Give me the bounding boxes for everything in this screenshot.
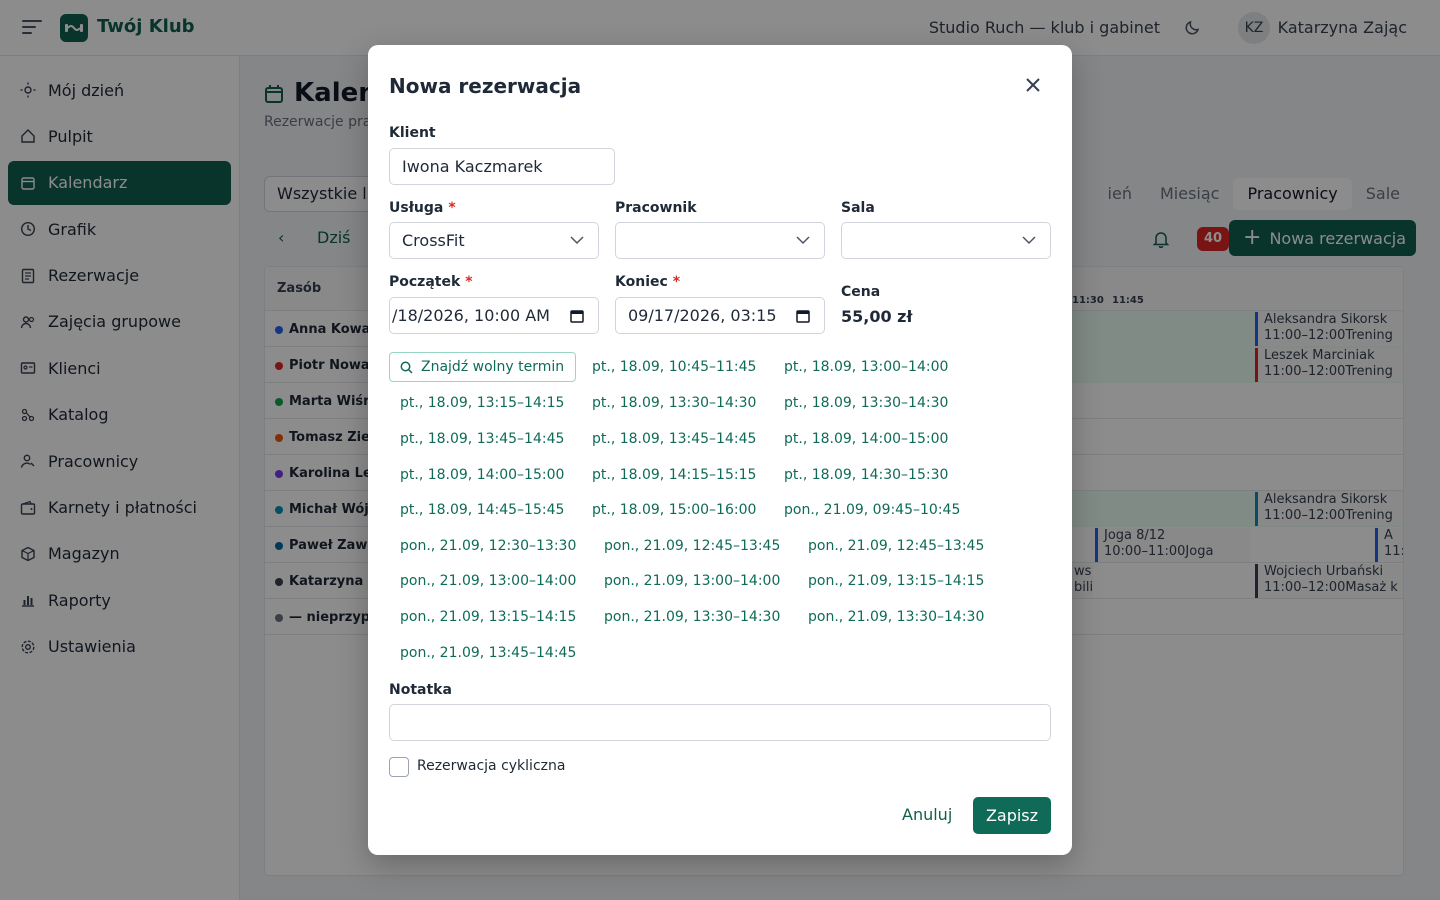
new-booking-dialog: Nowa rezerwacja Klient Usługa* CrossFit … <box>368 45 1072 855</box>
note-input[interactable] <box>389 704 1051 741</box>
slot-option[interactable]: pon., 21.09, 13:00–14:00 <box>604 573 780 589</box>
slot-option[interactable]: pon., 21.09, 13:30–14:30 <box>808 609 984 625</box>
staff-label: Pracownik <box>615 200 697 216</box>
slot-option[interactable]: pon., 21.09, 13:00–14:00 <box>400 573 576 589</box>
end-value: 09/17/2026, 03:15 <box>628 306 777 325</box>
recurring-label[interactable]: Rezerwacja cykliczna <box>417 758 565 774</box>
slot-option[interactable]: pon., 21.09, 13:15–14:15 <box>400 609 576 625</box>
find-free-slot-button[interactable]: Znajdź wolny termin <box>389 352 576 382</box>
slot-option[interactable]: pon., 21.09, 12:45–13:45 <box>604 538 780 554</box>
dialog-title: Nowa rezerwacja <box>389 74 582 98</box>
slot-option[interactable]: pt., 18.09, 13:30–14:30 <box>784 395 948 411</box>
required-mark: * <box>448 200 456 216</box>
client-field[interactable] <box>389 148 615 185</box>
client-input[interactable] <box>402 149 614 184</box>
slot-option[interactable]: pt., 18.09, 14:30–15:30 <box>784 467 948 483</box>
find-free-slot-label: Znajdź wolny termin <box>421 359 565 375</box>
slot-option[interactable]: pon., 21.09, 13:45–14:45 <box>400 645 576 661</box>
slot-option[interactable]: pt., 18.09, 14:15–15:15 <box>592 467 756 483</box>
note-label: Notatka <box>389 682 452 698</box>
end-label-text: Koniec <box>615 274 668 290</box>
start-value: /18/2026, 10:00 AM <box>392 306 550 325</box>
room-label: Sala <box>841 200 875 216</box>
slot-option[interactable]: pt., 18.09, 13:00–14:00 <box>784 359 948 375</box>
save-button[interactable]: Zapisz <box>973 797 1051 834</box>
start-label-text: Początek <box>389 274 461 290</box>
price-label: Cena <box>841 284 881 300</box>
slot-option[interactable]: pon., 21.09, 09:45–10:45 <box>784 502 960 518</box>
end-label: Koniec * <box>615 274 680 290</box>
service-select[interactable]: CrossFit <box>389 222 599 259</box>
slot-option[interactable]: pt., 18.09, 13:45–14:45 <box>400 431 564 447</box>
start-label: Początek * <box>389 274 473 290</box>
client-label: Klient <box>389 125 436 141</box>
slot-option[interactable]: pt., 18.09, 13:45–14:45 <box>592 431 756 447</box>
slot-option[interactable]: pt., 18.09, 13:15–14:15 <box>400 395 564 411</box>
service-label-text: Usługa <box>389 200 444 216</box>
slot-option[interactable]: pt., 18.09, 14:45–15:45 <box>400 502 564 518</box>
chevron-down-icon <box>570 236 584 245</box>
close-icon[interactable] <box>1024 76 1042 94</box>
staff-select[interactable] <box>615 222 825 259</box>
slot-option[interactable]: pon., 21.09, 13:15–14:15 <box>808 573 984 589</box>
room-select[interactable] <box>841 222 1051 259</box>
slot-option[interactable]: pt., 18.09, 14:00–15:00 <box>784 431 948 447</box>
service-value: CrossFit <box>402 231 465 250</box>
end-datetime-input[interactable]: 09/17/2026, 03:15 <box>615 297 825 334</box>
search-icon <box>400 361 413 374</box>
start-datetime-input[interactable]: /18/2026, 10:00 AM <box>389 297 599 334</box>
chevron-down-icon <box>796 236 810 245</box>
calendar-picker-icon[interactable] <box>796 309 810 323</box>
slot-option[interactable]: pt., 18.09, 10:45–11:45 <box>592 359 756 375</box>
calendar-picker-icon[interactable] <box>570 309 584 323</box>
recurring-checkbox[interactable] <box>389 757 409 777</box>
price-value: 55,00 zł <box>841 307 913 326</box>
slot-option[interactable]: pon., 21.09, 12:30–13:30 <box>400 538 576 554</box>
required-mark: * <box>672 274 681 290</box>
service-label: Usługa * <box>389 200 456 216</box>
slot-option[interactable]: pt., 18.09, 14:00–15:00 <box>400 467 564 483</box>
slot-option[interactable]: pon., 21.09, 13:30–14:30 <box>604 609 780 625</box>
chevron-down-icon <box>1022 236 1036 245</box>
slot-option[interactable]: pt., 18.09, 15:00–16:00 <box>592 502 756 518</box>
required-mark: * <box>465 274 473 290</box>
slot-option[interactable]: pon., 21.09, 12:45–13:45 <box>808 538 984 554</box>
cancel-button[interactable]: Anuluj <box>902 805 952 824</box>
slot-option[interactable]: pt., 18.09, 13:30–14:30 <box>592 395 756 411</box>
